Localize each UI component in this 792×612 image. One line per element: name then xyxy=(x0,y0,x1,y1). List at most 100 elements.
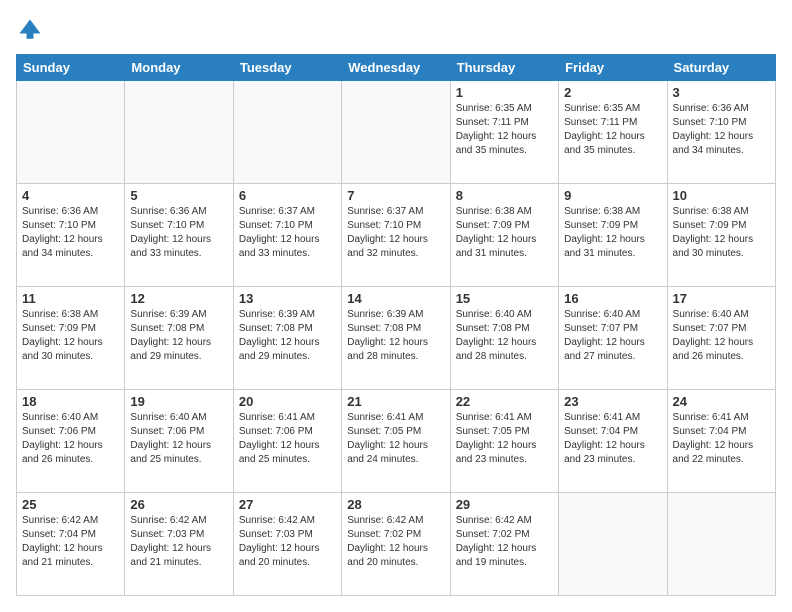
day-number: 23 xyxy=(564,394,661,409)
day-number: 24 xyxy=(673,394,770,409)
calendar-cell: 21Sunrise: 6:41 AM Sunset: 7:05 PM Dayli… xyxy=(342,390,450,493)
calendar-cell: 24 Sunrise: 6:41 AM Sunset: 7:04 PM Dayli… xyxy=(667,390,775,493)
day-info: Sunrise: 6:37 AM Sunset: 7:10 PM Dayligh… xyxy=(347,205,444,261)
calendar-cell xyxy=(125,81,233,184)
calendar-cell xyxy=(667,493,775,596)
col-header-wednesday: Wednesday xyxy=(342,55,450,81)
calendar-cell xyxy=(233,81,341,184)
day-number: 8 xyxy=(456,188,553,203)
day-number: 11 xyxy=(22,291,119,306)
calendar-cell: 29 Sunrise: 6:42 AM Sunset: 7:02 PM Dayli… xyxy=(450,493,558,596)
day-info: Sunrise: 6:42 AM Sunset: 7:04 PM Dayligh… xyxy=(22,514,119,570)
calendar-table: SundayMondayTuesdayWednesdayThursdayFrid… xyxy=(16,54,776,596)
day-number: 28 xyxy=(347,497,444,512)
day-number: 9 xyxy=(564,188,661,203)
day-number: 3 xyxy=(673,85,770,100)
calendar-cell: 2 Sunrise: 6:35 AM Sunset: 7:11 PM Daylig… xyxy=(559,81,667,184)
day-info: Sunrise: 6:41 AM Sunset: 7:06 PM Dayligh… xyxy=(239,411,336,467)
week-row-3: 18 Sunrise: 6:40 AM Sunset: 7:06 PM Dayli… xyxy=(17,390,776,493)
day-number: 18 xyxy=(22,394,119,409)
day-number: 17 xyxy=(673,291,770,306)
day-number: 14 xyxy=(347,291,444,306)
day-number: 20 xyxy=(239,394,336,409)
day-info: Sunrise: 6:42 AM Sunset: 7:02 PM Dayligh… xyxy=(347,514,444,570)
day-number: 26 xyxy=(130,497,227,512)
calendar-cell: 28 Sunrise: 6:42 AM Sunset: 7:02 PM Dayli… xyxy=(342,493,450,596)
day-number: 16 xyxy=(564,291,661,306)
calendar-cell: 15 Sunrise: 6:40 AM Sunset: 7:08 PM Dayli… xyxy=(450,287,558,390)
day-number: 12 xyxy=(130,291,227,306)
day-info: Sunrise: 6:38 AM Sunset: 7:09 PM Dayligh… xyxy=(673,205,770,261)
calendar-cell: 25 Sunrise: 6:42 AM Sunset: 7:04 PM Dayli… xyxy=(17,493,125,596)
calendar-cell: 9 Sunrise: 6:38 AM Sunset: 7:09 PM Daylig… xyxy=(559,184,667,287)
day-info: Sunrise: 6:40 AM Sunset: 7:08 PM Dayligh… xyxy=(456,308,553,364)
day-info: Sunrise: 6:41 AM Sunset: 7:04 PM Dayligh… xyxy=(564,411,661,467)
day-info: Sunrise: 6:42 AM Sunset: 7:03 PM Dayligh… xyxy=(130,514,227,570)
week-row-2: 11Sunrise: 6:38 AM Sunset: 7:09 PM Dayli… xyxy=(17,287,776,390)
header xyxy=(16,16,776,44)
calendar-cell: 27Sunrise: 6:42 AM Sunset: 7:03 PM Dayli… xyxy=(233,493,341,596)
calendar-cell xyxy=(559,493,667,596)
day-number: 13 xyxy=(239,291,336,306)
calendar-cell: 5 Sunrise: 6:36 AM Sunset: 7:10 PM Daylig… xyxy=(125,184,233,287)
day-number: 22 xyxy=(456,394,553,409)
logo-icon xyxy=(16,16,44,44)
day-info: Sunrise: 6:40 AM Sunset: 7:06 PM Dayligh… xyxy=(130,411,227,467)
day-number: 21 xyxy=(347,394,444,409)
day-info: Sunrise: 6:42 AM Sunset: 7:03 PM Dayligh… xyxy=(239,514,336,570)
day-info: Sunrise: 6:35 AM Sunset: 7:11 PM Dayligh… xyxy=(456,102,553,158)
calendar-cell: 8 Sunrise: 6:38 AM Sunset: 7:09 PM Daylig… xyxy=(450,184,558,287)
day-info: Sunrise: 6:40 AM Sunset: 7:06 PM Dayligh… xyxy=(22,411,119,467)
calendar-cell: 10 Sunrise: 6:38 AM Sunset: 7:09 PM Dayli… xyxy=(667,184,775,287)
day-number: 7 xyxy=(347,188,444,203)
calendar-cell: 19 Sunrise: 6:40 AM Sunset: 7:06 PM Dayli… xyxy=(125,390,233,493)
page: SundayMondayTuesdayWednesdayThursdayFrid… xyxy=(0,0,792,612)
calendar-cell: 16 Sunrise: 6:40 AM Sunset: 7:07 PM Dayli… xyxy=(559,287,667,390)
day-info: Sunrise: 6:40 AM Sunset: 7:07 PM Dayligh… xyxy=(673,308,770,364)
day-info: Sunrise: 6:41 AM Sunset: 7:05 PM Dayligh… xyxy=(456,411,553,467)
day-number: 6 xyxy=(239,188,336,203)
col-header-sunday: Sunday xyxy=(17,55,125,81)
calendar-cell: 13 Sunrise: 6:39 AM Sunset: 7:08 PM Dayli… xyxy=(233,287,341,390)
week-row-0: 1 Sunrise: 6:35 AM Sunset: 7:11 PM Daylig… xyxy=(17,81,776,184)
calendar-cell: 20 Sunrise: 6:41 AM Sunset: 7:06 PM Dayli… xyxy=(233,390,341,493)
day-number: 19 xyxy=(130,394,227,409)
day-number: 15 xyxy=(456,291,553,306)
calendar-cell: 14 Sunrise: 6:39 AM Sunset: 7:08 PM Dayli… xyxy=(342,287,450,390)
calendar-cell: 26 Sunrise: 6:42 AM Sunset: 7:03 PM Dayli… xyxy=(125,493,233,596)
calendar-cell: 1 Sunrise: 6:35 AM Sunset: 7:11 PM Daylig… xyxy=(450,81,558,184)
day-info: Sunrise: 6:39 AM Sunset: 7:08 PM Dayligh… xyxy=(130,308,227,364)
day-info: Sunrise: 6:38 AM Sunset: 7:09 PM Dayligh… xyxy=(456,205,553,261)
col-header-tuesday: Tuesday xyxy=(233,55,341,81)
day-info: Sunrise: 6:36 AM Sunset: 7:10 PM Dayligh… xyxy=(130,205,227,261)
day-info: Sunrise: 6:35 AM Sunset: 7:11 PM Dayligh… xyxy=(564,102,661,158)
calendar-cell: 17 Sunrise: 6:40 AM Sunset: 7:07 PM Dayli… xyxy=(667,287,775,390)
col-header-friday: Friday xyxy=(559,55,667,81)
day-number: 4 xyxy=(22,188,119,203)
col-header-monday: Monday xyxy=(125,55,233,81)
day-info: Sunrise: 6:39 AM Sunset: 7:08 PM Dayligh… xyxy=(239,308,336,364)
calendar-cell xyxy=(17,81,125,184)
day-info: Sunrise: 6:37 AM Sunset: 7:10 PM Dayligh… xyxy=(239,205,336,261)
day-info: Sunrise: 6:40 AM Sunset: 7:07 PM Dayligh… xyxy=(564,308,661,364)
day-info: Sunrise: 6:39 AM Sunset: 7:08 PM Dayligh… xyxy=(347,308,444,364)
day-number: 10 xyxy=(673,188,770,203)
calendar-cell: 12 Sunrise: 6:39 AM Sunset: 7:08 PM Dayli… xyxy=(125,287,233,390)
week-row-1: 4 Sunrise: 6:36 AM Sunset: 7:10 PM Daylig… xyxy=(17,184,776,287)
day-info: Sunrise: 6:42 AM Sunset: 7:02 PM Dayligh… xyxy=(456,514,553,570)
calendar-cell: 11Sunrise: 6:38 AM Sunset: 7:09 PM Dayli… xyxy=(17,287,125,390)
day-info: Sunrise: 6:38 AM Sunset: 7:09 PM Dayligh… xyxy=(564,205,661,261)
col-header-saturday: Saturday xyxy=(667,55,775,81)
day-info: Sunrise: 6:41 AM Sunset: 7:04 PM Dayligh… xyxy=(673,411,770,467)
day-number: 5 xyxy=(130,188,227,203)
day-number: 2 xyxy=(564,85,661,100)
day-number: 1 xyxy=(456,85,553,100)
col-header-thursday: Thursday xyxy=(450,55,558,81)
day-number: 29 xyxy=(456,497,553,512)
calendar-cell: 3Sunrise: 6:36 AM Sunset: 7:10 PM Daylig… xyxy=(667,81,775,184)
day-info: Sunrise: 6:36 AM Sunset: 7:10 PM Dayligh… xyxy=(22,205,119,261)
logo xyxy=(16,16,48,44)
day-number: 25 xyxy=(22,497,119,512)
calendar-cell: 6 Sunrise: 6:37 AM Sunset: 7:10 PM Daylig… xyxy=(233,184,341,287)
calendar-cell: 4 Sunrise: 6:36 AM Sunset: 7:10 PM Daylig… xyxy=(17,184,125,287)
